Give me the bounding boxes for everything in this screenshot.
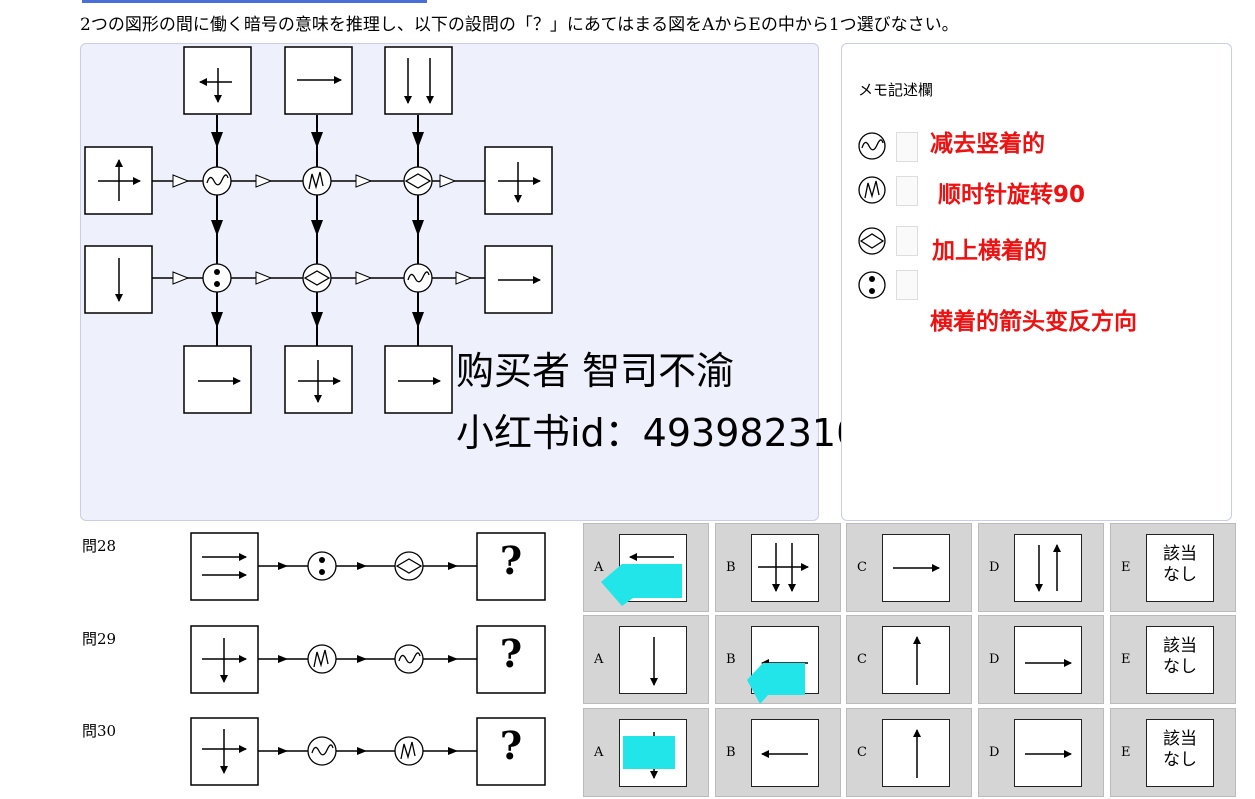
option-letter: A	[594, 652, 604, 667]
q28-option-a[interactable]: A	[583, 523, 709, 612]
q28-option-e[interactable]: E 該当 なし	[1110, 523, 1236, 612]
q30-option-b[interactable]: B	[715, 708, 841, 797]
option-figure: 該当 なし	[1146, 719, 1214, 787]
option-letter: B	[726, 652, 736, 667]
q30-option-d[interactable]: D	[978, 708, 1104, 797]
option-figure	[619, 626, 687, 694]
q29-option-b[interactable]: B	[715, 615, 841, 704]
option-figure	[882, 534, 950, 602]
option-letter: A	[594, 560, 604, 575]
option-figure	[751, 534, 819, 602]
option-figure	[1014, 719, 1082, 787]
q29-option-c[interactable]: C	[846, 615, 972, 704]
question-29-answer-mark: ?	[499, 631, 523, 676]
option-figure: 該当 なし	[1146, 626, 1214, 694]
q28-option-c[interactable]: C	[846, 523, 972, 612]
none-applicable-text: 該当 なし	[1163, 636, 1197, 677]
option-letter: C	[857, 745, 867, 760]
option-letter: D	[989, 652, 1000, 667]
option-letter: E	[1121, 560, 1131, 575]
option-figure	[751, 719, 819, 787]
option-figure	[882, 719, 950, 787]
option-letter: A	[594, 745, 604, 760]
option-figure	[619, 534, 687, 602]
option-letter: B	[726, 745, 736, 760]
option-letter: B	[726, 560, 736, 575]
none-applicable-text: 該当 なし	[1163, 729, 1197, 770]
q29-option-e[interactable]: E 該当 なし	[1110, 615, 1236, 704]
question-28-answer-mark: ?	[499, 538, 523, 583]
question-30-answer-mark: ?	[499, 723, 523, 768]
option-figure	[1014, 534, 1082, 602]
option-letter: C	[857, 560, 867, 575]
q30-option-a[interactable]: A	[583, 708, 709, 797]
option-letter: E	[1121, 652, 1131, 667]
option-figure: 該当 なし	[1146, 534, 1214, 602]
option-figure	[882, 626, 950, 694]
option-figure	[619, 719, 687, 787]
none-applicable-text: 該当 なし	[1163, 544, 1197, 585]
q28-option-d[interactable]: D	[978, 523, 1104, 612]
option-figure	[751, 626, 819, 694]
option-letter: D	[989, 560, 1000, 575]
option-letter: D	[989, 745, 1000, 760]
option-figure	[1014, 626, 1082, 694]
q30-option-e[interactable]: E 該当 なし	[1110, 708, 1236, 797]
q29-option-d[interactable]: D	[978, 615, 1104, 704]
q29-option-a[interactable]: A	[583, 615, 709, 704]
q28-option-b[interactable]: B	[715, 523, 841, 612]
option-letter: E	[1121, 745, 1131, 760]
q30-option-c[interactable]: C	[846, 708, 972, 797]
option-letter: C	[857, 652, 867, 667]
